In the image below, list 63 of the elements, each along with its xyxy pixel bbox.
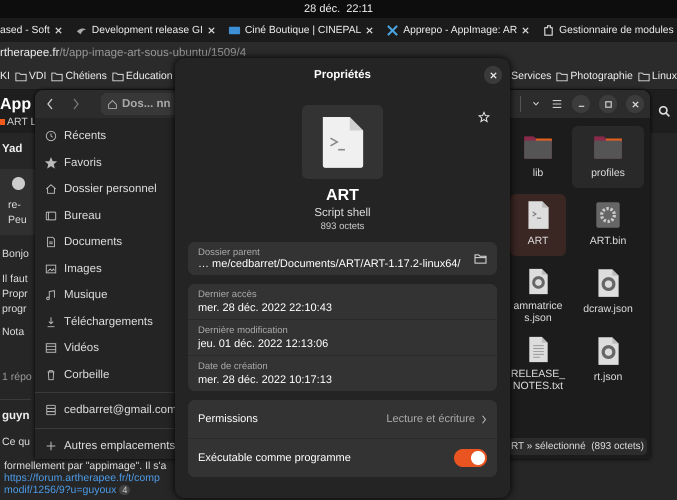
post-link[interactable]: https://forum.artherapee.fr/t/comp <box>4 472 166 484</box>
sidebar-item[interactable]: Récents <box>35 123 175 150</box>
date-label: Dernière modification <box>198 325 289 336</box>
browser-tab[interactable]: Development release GI <box>68 21 222 39</box>
file-size: 893 octets <box>320 221 364 232</box>
post-author: guyn <box>2 410 30 422</box>
quote-text: re- <box>8 198 22 213</box>
status-bar: RT » sélectionné (893 octets) <box>508 438 647 455</box>
post-text: progr <box>2 302 28 317</box>
bookmark[interactable]: Linux <box>638 70 677 82</box>
post-text: Ce qu <box>2 435 30 450</box>
browser-tab[interactable]: Ciné Boutique | CINEPAL <box>222 21 380 39</box>
sidebar-item[interactable]: Corbeille <box>35 362 175 388</box>
sidebar-item[interactable]: Images <box>35 256 175 282</box>
file-item[interactable]: ART <box>510 194 566 256</box>
permissions-row[interactable]: Permissions Lecture et écriture <box>188 400 497 439</box>
topic-title: App <box>0 96 32 114</box>
setting-label: Exécutable comme programme <box>198 452 351 464</box>
post-link[interactable]: modif/1256/9?u=guyoux <box>4 484 116 496</box>
sidebar-item[interactable]: Vidéos <box>35 335 175 362</box>
date-label: Dernier accès <box>198 289 258 300</box>
file-item[interactable]: dcraw.json <box>572 262 644 324</box>
file-item[interactable]: ART.bin <box>572 194 644 256</box>
parent-folder-row[interactable]: Dossier parent … me/cedbarret/Documents/ART/ART-1.17.2-linux64/ <box>188 242 497 275</box>
file-item[interactable]: ammatrices.json <box>510 262 566 324</box>
post-text: Nota <box>2 325 24 340</box>
file-name: ART <box>326 187 359 205</box>
bookmark[interactable]: Education <box>112 70 173 82</box>
bookmark[interactable]: Chétiens <box>51 70 107 82</box>
post-author: Yad <box>2 143 22 155</box>
sidebar-item[interactable]: Bureau <box>35 202 175 229</box>
file-item[interactable]: RELEASE_NOTES.txt <box>510 330 566 392</box>
sidebar-item[interactable]: Musique <box>35 282 175 308</box>
bookmark[interactable]: KI <box>0 70 10 82</box>
quote-text: Peu <box>8 213 28 228</box>
click-count: 4 <box>119 485 130 495</box>
reply-count[interactable]: 1 répo <box>2 370 32 385</box>
browser-tab[interactable]: Apprepo - AppImage: AR <box>380 21 536 39</box>
post-text: Bonjo <box>2 247 29 262</box>
clock: 28 déc. 22:11 <box>304 3 373 15</box>
browser-tab[interactable]: Gestionnaire de modules <box>536 21 677 39</box>
date-label: Date de création <box>198 361 269 372</box>
post-text: Propr <box>2 287 28 302</box>
sidebar-item[interactable]: Favoris <box>35 150 175 176</box>
date-value: mer. 28 déc. 2022 10:17:13 <box>198 374 333 386</box>
bookmark[interactable]: VDI <box>14 70 46 82</box>
bookmark[interactable]: Photographie <box>556 70 633 82</box>
dialog-title: Propriétés <box>314 69 371 81</box>
sidebar-item[interactable]: cedbarret@gmail.com <box>35 397 175 424</box>
sidebar-item[interactable]: Dossier personnel <box>35 176 175 202</box>
file-item[interactable]: lib <box>510 126 566 188</box>
date-value: jeu. 01 déc. 2022 12:13:06 <box>198 338 330 350</box>
date-value: mer. 28 déc. 2022 22:10:43 <box>198 302 333 314</box>
sidebar-item[interactable]: Téléchargements <box>35 308 175 335</box>
file-item[interactable]: rt.json <box>572 330 644 392</box>
file-type: Script shell <box>314 207 371 219</box>
post-text: Il faut <box>2 272 28 287</box>
file-item[interactable]: profiles <box>572 126 644 188</box>
bookmark[interactable]: Services <box>511 70 552 82</box>
browser-tab[interactable]: ased - Soft <box>0 21 69 39</box>
sidebar-item[interactable]: Documents <box>35 229 175 256</box>
sidebar-item[interactable]: Autres emplacements <box>35 432 175 459</box>
post-text: formellement par "appimage". Il s'a <box>4 460 166 472</box>
